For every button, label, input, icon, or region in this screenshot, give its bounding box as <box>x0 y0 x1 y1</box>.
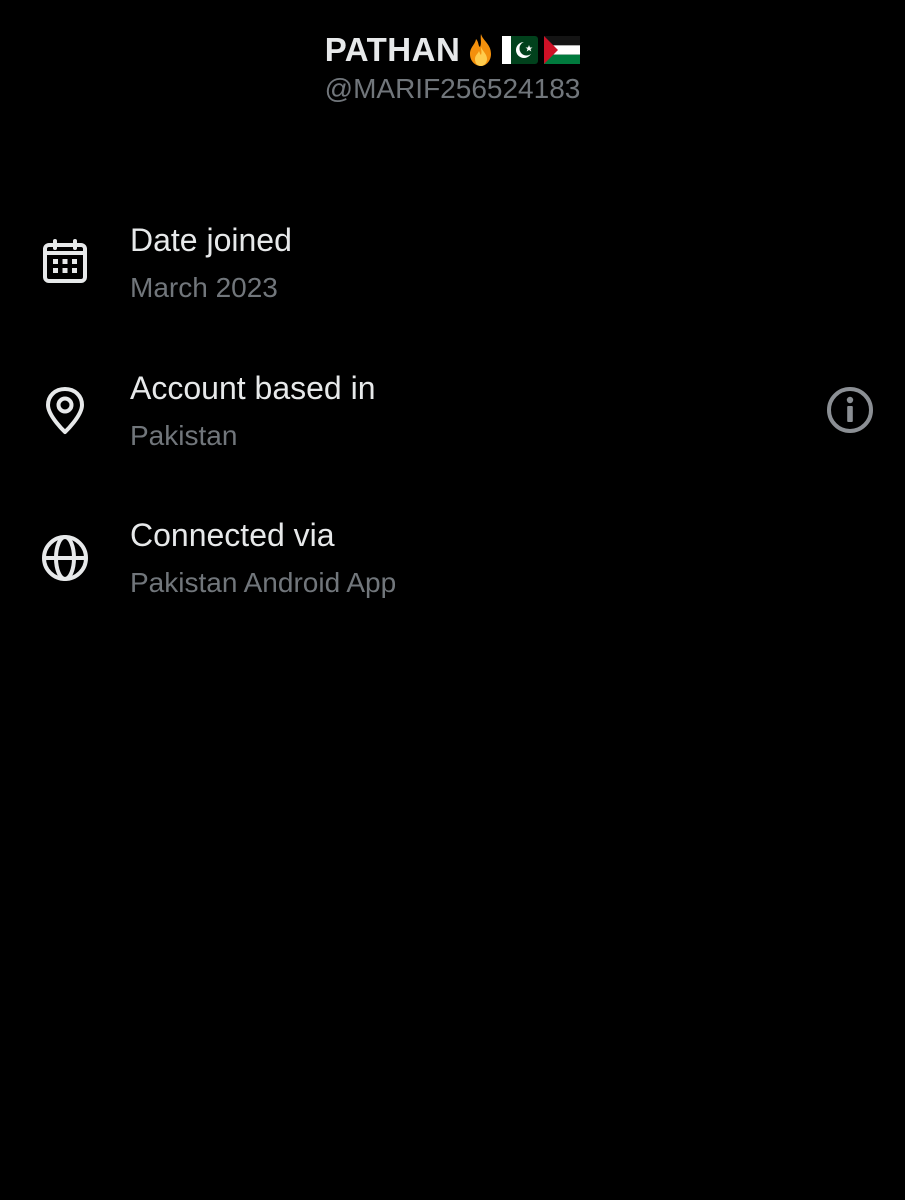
account-based-in-row: Account based in Pakistan <box>0 363 905 463</box>
fire-emoji-icon <box>466 33 496 67</box>
account-based-in-label: Account based in <box>130 370 376 406</box>
profile-header: PATHAN @MARIF256524183 <box>0 28 905 106</box>
date-joined-row: Date joined March 2023 <box>0 215 905 315</box>
palestine-flag-icon <box>544 36 581 64</box>
connected-via-row: Connected via Pakistan Android App <box>0 510 905 610</box>
connected-via-label: Connected via <box>130 517 335 553</box>
display-name: PATHAN <box>325 28 581 72</box>
calendar-icon <box>38 236 92 290</box>
account-based-in-value: Pakistan <box>130 420 238 451</box>
connected-via-value: Pakistan Android App <box>130 567 397 598</box>
date-joined-label: Date joined <box>130 222 292 258</box>
date-joined-value: March 2023 <box>130 272 278 303</box>
info-icon[interactable] <box>825 385 875 435</box>
location-pin-icon <box>38 384 92 438</box>
handle: @MARIF256524183 <box>324 73 581 104</box>
display-name-text: PATHAN <box>324 31 461 68</box>
globe-icon <box>38 531 92 585</box>
pakistan-flag-icon <box>502 36 539 64</box>
